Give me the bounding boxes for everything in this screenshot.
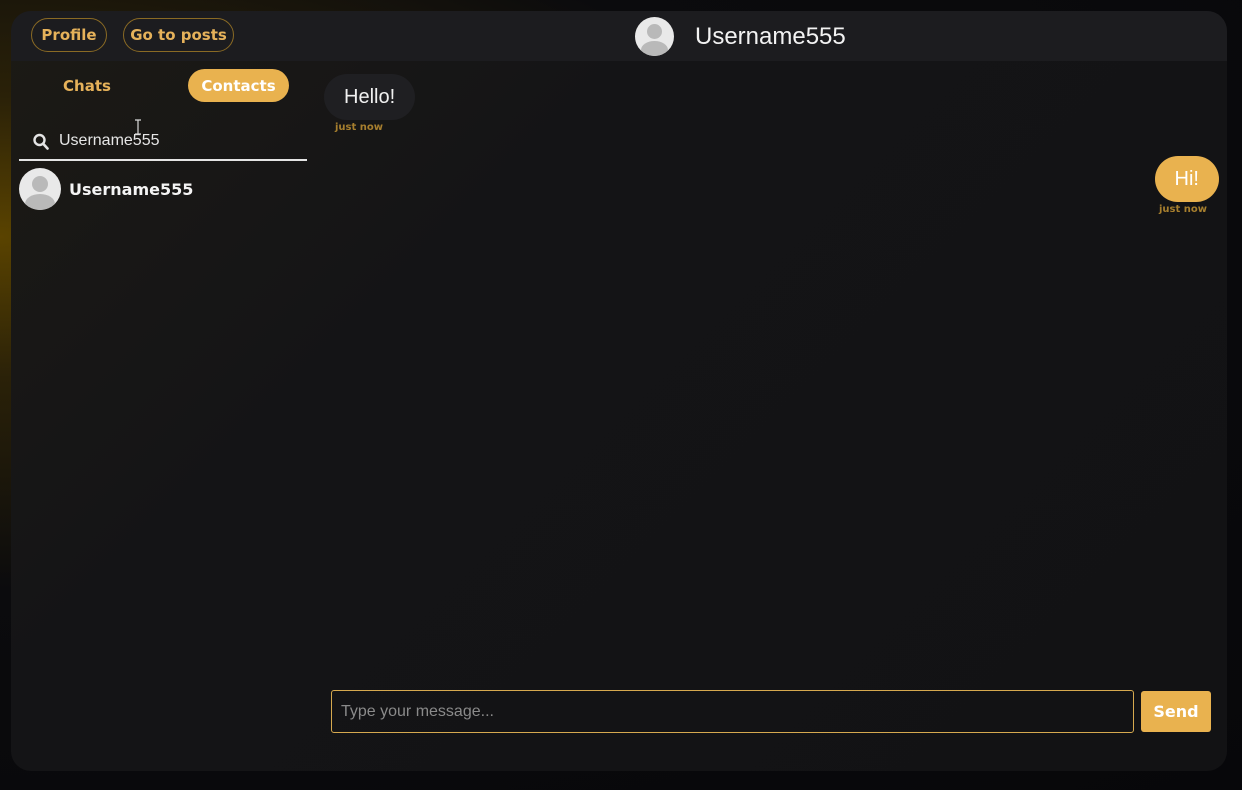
contact-search — [19, 123, 307, 161]
message-timestamp: just now — [335, 122, 383, 133]
sidebar: Chats Contacts Username555 — [11, 61, 321, 771]
tab-chats[interactable]: Chats — [31, 69, 143, 102]
profile-button[interactable]: Profile — [31, 18, 107, 52]
top-bar: Profile Go to posts Username555 — [11, 11, 1227, 61]
message-timestamp: just now — [1159, 204, 1207, 215]
text-cursor-icon — [135, 119, 141, 135]
search-icon — [33, 133, 49, 150]
chat-panel: Hello! just now Hi! just now Send — [321, 61, 1227, 771]
contact-name: Username555 — [69, 179, 194, 199]
contact-list-item[interactable]: Username555 — [19, 168, 307, 210]
message-input[interactable] — [331, 690, 1134, 733]
go-to-posts-button[interactable]: Go to posts — [123, 18, 234, 52]
avatar-icon — [635, 17, 674, 56]
search-input[interactable] — [59, 128, 299, 154]
app-window: Profile Go to posts Username555 Chats Co… — [11, 11, 1227, 771]
incoming-message-bubble: Hello! — [324, 74, 416, 120]
chat-header-username: Username555 — [695, 22, 846, 50]
tab-contacts[interactable]: Contacts — [188, 69, 289, 102]
outgoing-message-bubble: Hi! — [1154, 156, 1219, 202]
chat-header-user: Username555 — [635, 17, 846, 56]
avatar-icon — [19, 168, 61, 210]
send-button[interactable]: Send — [1141, 691, 1211, 732]
